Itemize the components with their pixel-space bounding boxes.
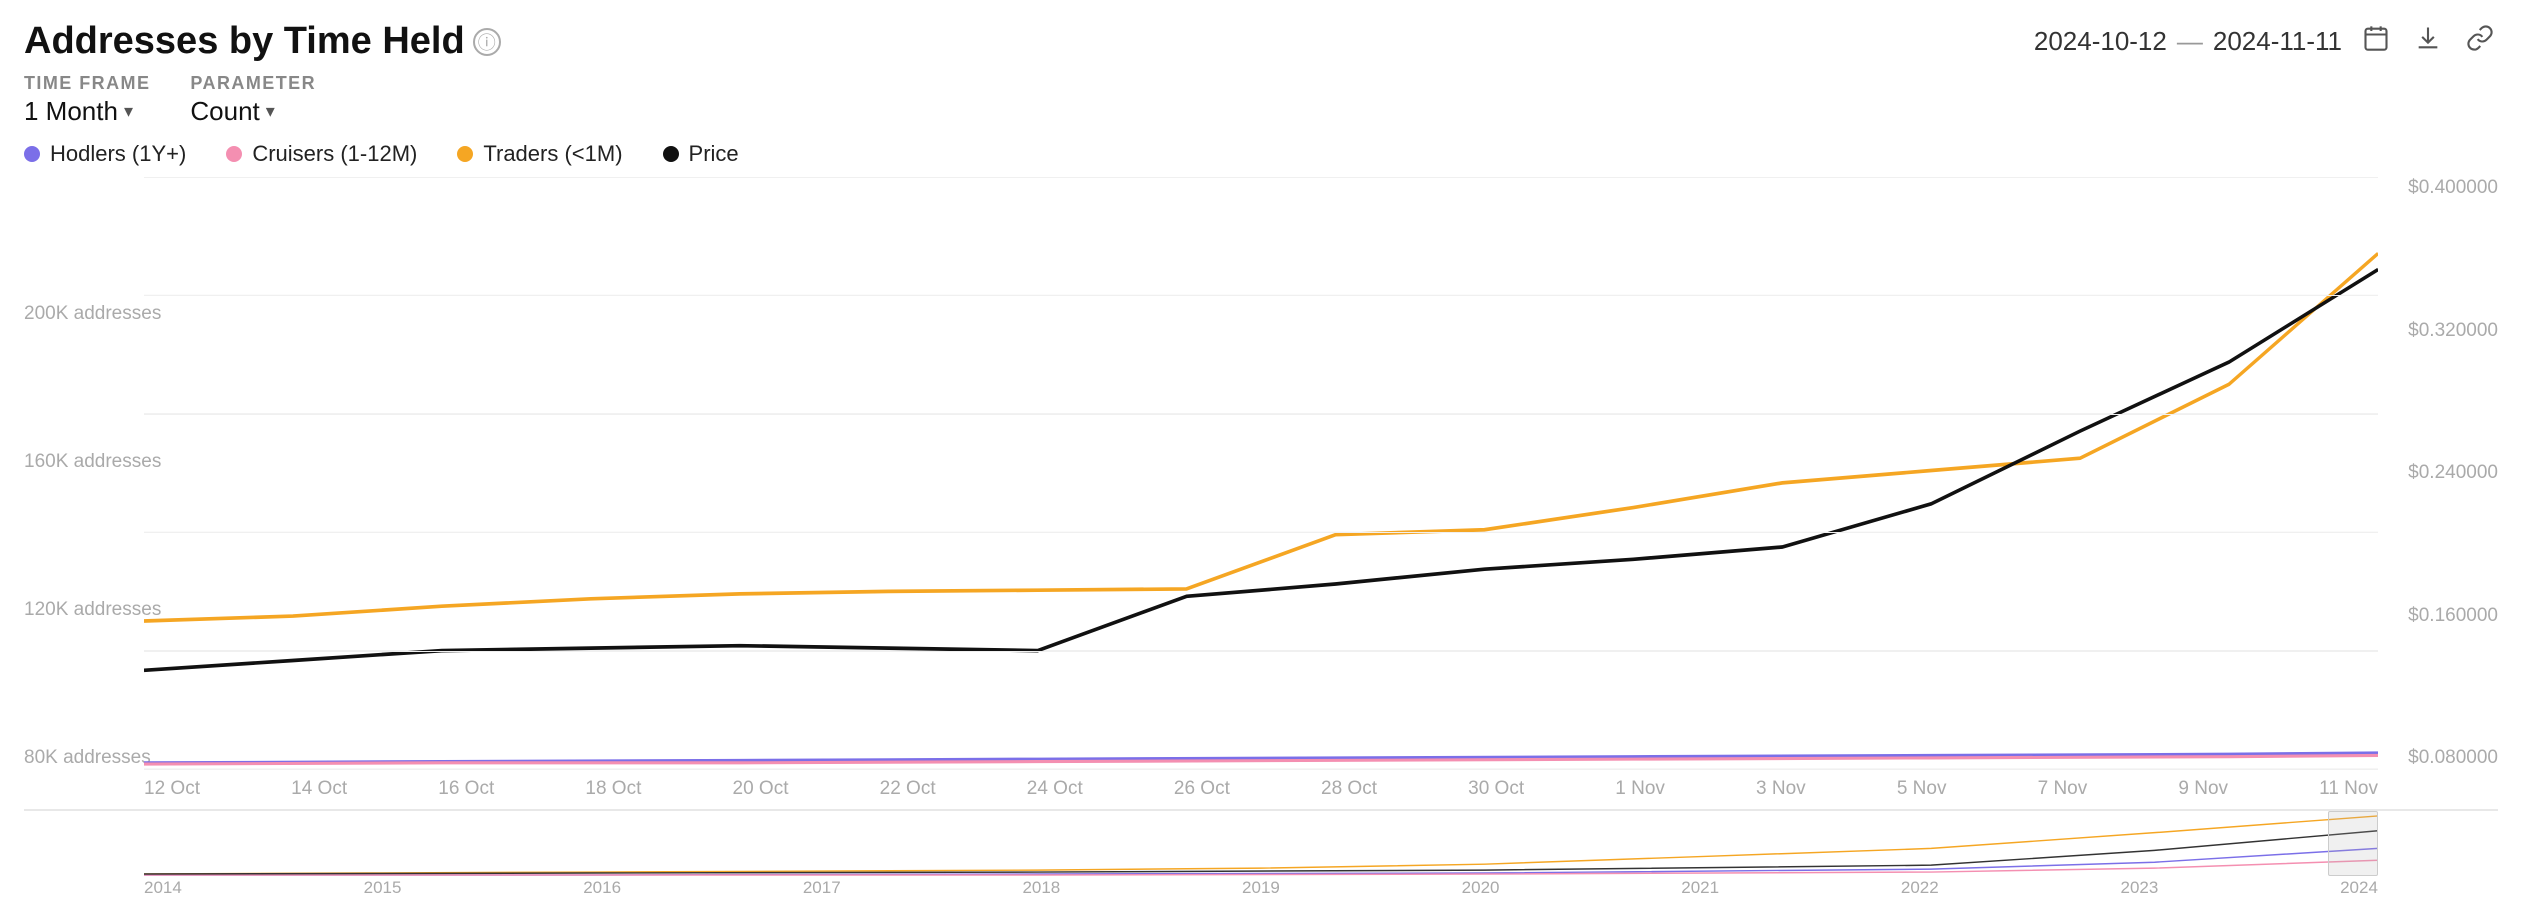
mini-x-2016: 2016	[583, 878, 621, 898]
x-label-0: 12 Oct	[144, 778, 200, 800]
mini-x-2023: 2023	[2120, 878, 2158, 898]
mini-chart[interactable]: 2014 2015 2016 2017 2018 2019 2020 2021 …	[24, 810, 2498, 900]
price-label: Price	[689, 141, 739, 167]
y-right-040: $0.400000	[2408, 177, 2498, 199]
grid-line-2	[144, 414, 2378, 415]
timeframe-select[interactable]: 1 Month ▾	[24, 96, 150, 127]
legend-row: Hodlers (1Y+) Cruisers (1-12M) Traders (…	[24, 141, 2498, 167]
parameter-select[interactable]: Count ▾	[190, 96, 316, 127]
main-chart: 200K addresses 160K addresses 120K addre…	[24, 177, 2498, 810]
x-label-4: 20 Oct	[733, 778, 789, 800]
traders-line	[144, 253, 2378, 621]
traders-dot	[457, 146, 473, 162]
date-separator: —	[2177, 26, 2203, 57]
price-dot	[663, 146, 679, 162]
download-icon[interactable]	[2410, 20, 2446, 63]
cruisers-label: Cruisers (1-12M)	[252, 141, 417, 167]
price-line	[144, 270, 2378, 671]
x-label-8: 28 Oct	[1321, 778, 1377, 800]
mini-x-2022: 2022	[1901, 878, 1939, 898]
title-area: Addresses by Time Held ⓘ	[24, 20, 501, 63]
x-label-6: 24 Oct	[1027, 778, 1083, 800]
legend-traders[interactable]: Traders (<1M)	[457, 141, 622, 167]
mini-x-2018: 2018	[1022, 878, 1060, 898]
mini-chart-svg	[144, 811, 2378, 876]
parameter-control: PARAMETER Count ▾	[190, 73, 316, 127]
y-right-032: $0.320000	[2408, 320, 2498, 342]
x-label-11: 3 Nov	[1756, 778, 1806, 800]
y-right-016: $0.160000	[2408, 605, 2498, 627]
grid-line-top	[144, 177, 2378, 178]
hodlers-dot	[24, 146, 40, 162]
y-axis-left: 200K addresses 160K addresses 120K addre…	[24, 177, 144, 769]
date-range: 2024-10-12 — 2024-11-11	[2034, 26, 2342, 57]
mini-x-2021: 2021	[1681, 878, 1719, 898]
date-end: 2024-11-11	[2213, 26, 2342, 57]
mini-x-2014: 2014	[144, 878, 182, 898]
y-left-80k: 80K addresses	[24, 747, 144, 769]
main-chart-svg	[144, 177, 2378, 769]
mini-x-2019: 2019	[1242, 878, 1280, 898]
info-icon[interactable]: ⓘ	[473, 28, 501, 56]
legend-cruisers[interactable]: Cruisers (1-12M)	[226, 141, 417, 167]
mini-x-2020: 2020	[1462, 878, 1500, 898]
page-title: Addresses by Time Held	[24, 20, 465, 63]
x-label-13: 7 Nov	[2038, 778, 2088, 800]
mini-chart-inner	[144, 811, 2378, 876]
x-label-1: 14 Oct	[291, 778, 347, 800]
hodlers-label: Hodlers (1Y+)	[50, 141, 186, 167]
timeframe-label: TIME FRAME	[24, 73, 150, 94]
grid-line-4	[144, 651, 2378, 652]
legend-hodlers[interactable]: Hodlers (1Y+)	[24, 141, 186, 167]
grid-line-3	[144, 532, 2378, 533]
timeframe-value: 1 Month	[24, 96, 118, 127]
y-right-024: $0.240000	[2408, 462, 2498, 484]
mini-x-axis: 2014 2015 2016 2017 2018 2019 2020 2021 …	[144, 876, 2378, 900]
x-label-5: 22 Oct	[880, 778, 936, 800]
main-container: Addresses by Time Held ⓘ 2024-10-12 — 20…	[0, 0, 2522, 900]
link-icon[interactable]	[2462, 20, 2498, 63]
parameter-label: PARAMETER	[190, 73, 316, 94]
date-start: 2024-10-12	[2034, 26, 2167, 57]
x-label-7: 26 Oct	[1174, 778, 1230, 800]
mini-x-2017: 2017	[803, 878, 841, 898]
chart-inner	[144, 177, 2378, 769]
x-label-10: 1 Nov	[1615, 778, 1665, 800]
parameter-value: Count	[190, 96, 259, 127]
mini-x-2015: 2015	[364, 878, 402, 898]
header-right: 2024-10-12 — 2024-11-11	[2034, 20, 2498, 63]
header-row: Addresses by Time Held ⓘ 2024-10-12 — 20…	[24, 20, 2498, 63]
chart-area: 200K addresses 160K addresses 120K addre…	[24, 177, 2498, 900]
parameter-chevron: ▾	[266, 101, 275, 122]
mini-x-2024: 2024	[2340, 878, 2378, 898]
y-left-160k: 160K addresses	[24, 451, 144, 473]
mini-scroll-handle[interactable]	[2328, 811, 2378, 876]
calendar-icon[interactable]	[2358, 20, 2394, 63]
x-label-15: 11 Nov	[2319, 778, 2378, 800]
y-right-008: $0.080000	[2408, 747, 2498, 769]
y-axis-right: $0.400000 $0.320000 $0.240000 $0.160000 …	[2378, 177, 2498, 769]
x-label-2: 16 Oct	[438, 778, 494, 800]
timeframe-chevron: ▾	[124, 101, 133, 122]
traders-label: Traders (<1M)	[483, 141, 622, 167]
controls-row: TIME FRAME 1 Month ▾ PARAMETER Count ▾	[24, 73, 2498, 127]
timeframe-control: TIME FRAME 1 Month ▾	[24, 73, 150, 127]
legend-price[interactable]: Price	[663, 141, 739, 167]
y-left-120k: 120K addresses	[24, 599, 144, 621]
grid-line-1	[144, 295, 2378, 296]
x-label-9: 30 Oct	[1468, 778, 1524, 800]
x-axis: 12 Oct 14 Oct 16 Oct 18 Oct 20 Oct 22 Oc…	[144, 769, 2378, 809]
x-label-12: 5 Nov	[1897, 778, 1947, 800]
cruisers-dot	[226, 146, 242, 162]
x-label-14: 9 Nov	[2178, 778, 2228, 800]
x-label-3: 18 Oct	[585, 778, 641, 800]
y-left-200k: 200K addresses	[24, 303, 144, 325]
